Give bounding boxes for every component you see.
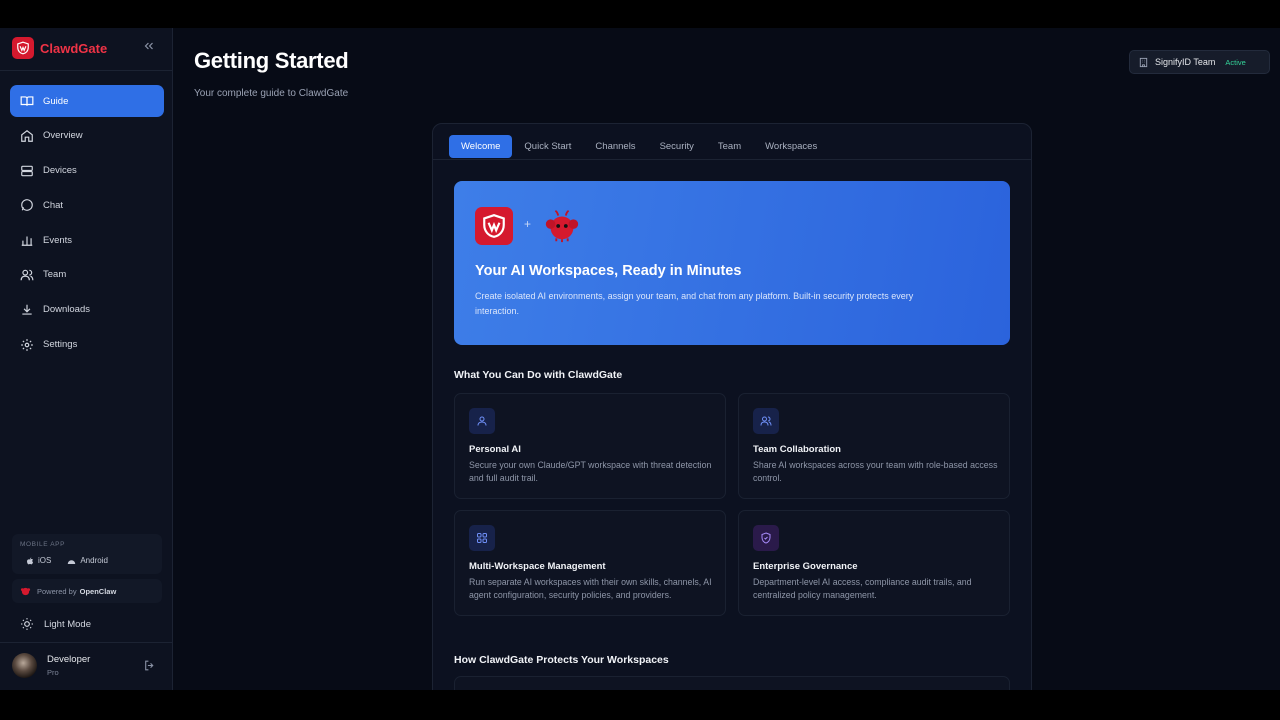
- book-icon: [20, 96, 34, 106]
- hero-banner: + Your AI Workspaces, Ready in Minutes C…: [454, 181, 1010, 345]
- gear-icon: [21, 338, 33, 351]
- chat-icon: [21, 199, 33, 212]
- server-icon: [21, 165, 33, 176]
- clawdgate-logo-icon: [12, 37, 34, 59]
- brand-name: ClawdGate: [40, 40, 108, 56]
- apple-icon: [27, 557, 33, 564]
- android-icon: [68, 559, 76, 564]
- sidebar-item-label: Events: [43, 234, 73, 246]
- sidebar-item-downloads[interactable]: Downloads: [10, 294, 164, 326]
- sidebar-item-events[interactable]: Events: [10, 224, 164, 256]
- clawdgate-logo-icon: [475, 207, 513, 245]
- feature-title: Multi-Workspace Management: [469, 561, 606, 572]
- light-mode-label: Light Mode: [44, 618, 92, 630]
- android-link[interactable]: Android: [67, 556, 108, 565]
- protects-card: [454, 676, 1010, 690]
- page-title: Getting Started: [194, 48, 349, 73]
- sidebar: ClawdGate Guide Overview Devices Chat Ev…: [0, 28, 173, 690]
- users-icon: [753, 408, 779, 434]
- sidebar-item-devices[interactable]: Devices: [10, 155, 164, 187]
- app-window: ClawdGate Guide Overview Devices Chat Ev…: [0, 28, 1280, 690]
- sidebar-item-label: Devices: [43, 165, 77, 177]
- mobile-app-box: MOBILE APP iOS Android: [12, 534, 162, 574]
- feature-card-enterprise-governance: Enterprise Governance Department-level A…: [738, 510, 1010, 616]
- tab-quick-start[interactable]: Quick Start: [512, 135, 583, 158]
- sidebar-item-label: Overview: [43, 130, 83, 142]
- openclaw-mascot-icon: [545, 209, 579, 243]
- tab-channels[interactable]: Channels: [583, 135, 647, 158]
- building-icon: [1139, 57, 1148, 67]
- grid-icon: [469, 525, 495, 551]
- feature-card-personal-ai: Personal AI Secure your own Claude/GPT w…: [454, 393, 726, 499]
- sidebar-item-label: Downloads: [43, 304, 90, 316]
- status-badge: Active: [1225, 57, 1246, 67]
- home-icon: [21, 129, 33, 142]
- mobile-app-title: MOBILE APP: [20, 541, 66, 548]
- tab-workspaces[interactable]: Workspaces: [753, 135, 829, 158]
- powered-by-prefix: Powered by: [37, 586, 77, 596]
- sidebar-item-team[interactable]: Team: [10, 259, 164, 291]
- users-icon: [20, 269, 34, 281]
- ios-link[interactable]: iOS: [26, 556, 51, 565]
- feature-card-multi-workspace: Multi-Workspace Management Run separate …: [454, 510, 726, 616]
- divider: [0, 642, 172, 643]
- sidebar-item-label: Guide: [43, 95, 69, 107]
- sidebar-item-guide[interactable]: Guide: [10, 85, 164, 117]
- sidebar-item-label: Chat: [43, 199, 64, 211]
- sun-icon: [21, 618, 33, 630]
- feature-title: Team Collaboration: [753, 444, 841, 455]
- feature-title: Enterprise Governance: [753, 561, 858, 572]
- feature-title: Personal AI: [469, 444, 521, 455]
- openclaw-logo-icon: [20, 587, 31, 595]
- powered-by-name: OpenClaw: [79, 586, 117, 596]
- hero-title: Your AI Workspaces, Ready in Minutes: [475, 263, 742, 279]
- sidebar-item-settings[interactable]: Settings: [10, 329, 164, 361]
- sidebar-item-label: Settings: [43, 339, 78, 351]
- feature-description: Secure your own Claude/GPT workspace wit…: [469, 460, 712, 483]
- powered-by[interactable]: Powered by OpenClaw: [12, 579, 162, 603]
- download-icon: [22, 304, 32, 315]
- features-section-title: What You Can Do with ClawdGate: [454, 369, 623, 381]
- bar-chart-icon: [21, 236, 33, 247]
- ios-label: iOS: [38, 556, 52, 565]
- sidebar-item-overview[interactable]: Overview: [10, 120, 164, 152]
- feature-card-team-collaboration: Team Collaboration Share AI workspaces a…: [738, 393, 1010, 499]
- user-plan: Pro: [47, 668, 59, 677]
- divider: [433, 159, 1031, 160]
- user-profile[interactable]: Developer Pro: [12, 653, 90, 678]
- logout-icon[interactable]: [143, 659, 156, 672]
- brand[interactable]: ClawdGate: [12, 37, 107, 59]
- tab-security[interactable]: Security: [648, 135, 706, 158]
- plus-sign: +: [524, 217, 532, 231]
- tab-welcome[interactable]: Welcome: [449, 135, 513, 158]
- shield-icon: [753, 525, 779, 551]
- avatar: [12, 653, 37, 678]
- sidebar-nav: Guide Overview Devices Chat Events Team: [10, 85, 164, 363]
- collapse-sidebar-icon[interactable]: [142, 39, 158, 55]
- feature-description: Department-level AI access, compliance a…: [753, 577, 972, 600]
- protects-section-title: How ClawdGate Protects Your Workspaces: [454, 654, 669, 666]
- feature-description: Share AI workspaces across your team wit…: [753, 460, 998, 483]
- light-mode-toggle[interactable]: Light Mode: [20, 617, 91, 631]
- team-switcher[interactable]: SignifyID Team Active: [1129, 50, 1270, 74]
- sidebar-item-label: Team: [43, 269, 67, 281]
- hero-description: Create isolated AI environments, assign …: [475, 291, 914, 316]
- user-icon: [469, 408, 495, 434]
- page-subtitle: Your complete guide to ClawdGate: [194, 88, 349, 99]
- android-label: Android: [80, 556, 108, 565]
- divider: [0, 70, 172, 71]
- guide-tabs: Welcome Quick Start Channels Security Te…: [449, 135, 829, 158]
- sidebar-item-chat[interactable]: Chat: [10, 189, 164, 221]
- team-name: SignifyID Team: [1155, 57, 1216, 67]
- feature-description: Run separate AI workspaces with their ow…: [469, 577, 712, 600]
- guide-card: Welcome Quick Start Channels Security Te…: [432, 123, 1032, 690]
- tab-team[interactable]: Team: [706, 135, 753, 158]
- user-name: Developer: [47, 654, 91, 665]
